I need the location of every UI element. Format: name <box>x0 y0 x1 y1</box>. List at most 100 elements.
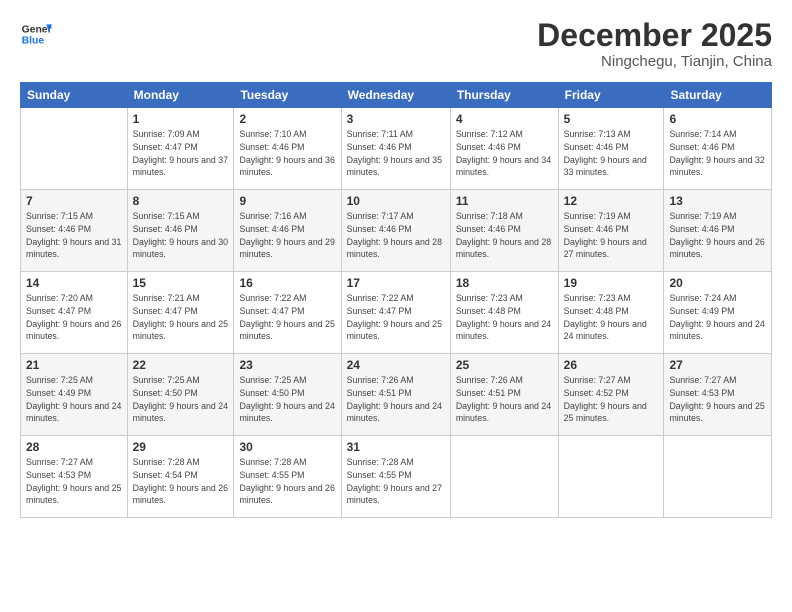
calendar-cell: 21 Sunrise: 7:25 AM Sunset: 4:49 PM Dayli… <box>21 354 128 436</box>
day-number: 26 <box>564 358 659 372</box>
day-number: 19 <box>564 276 659 290</box>
day-number: 8 <box>133 194 229 208</box>
calendar-cell: 25Sunrise: 7:26 AM Sunset: 4:51 PM Dayli… <box>450 354 558 436</box>
day-number: 17 <box>347 276 445 290</box>
calendar-cell: 5 Sunrise: 7:13 AM Sunset: 4:46 PM Daylig… <box>558 108 664 190</box>
day-info: Sunrise: 7:16 AM Sunset: 4:46 PM Dayligh… <box>239 210 335 261</box>
title-block: December 2025 Ningchegu, Tianjin, China <box>537 18 772 70</box>
day-number: 24 <box>347 358 445 372</box>
day-number: 6 <box>669 112 766 126</box>
generalblue-logo-icon: General Blue <box>20 18 52 50</box>
calendar-week-3: 21 Sunrise: 7:25 AM Sunset: 4:49 PM Dayli… <box>21 354 772 436</box>
day-info: Sunrise: 7:21 AM Sunset: 4:47 PM Dayligh… <box>133 292 229 343</box>
day-info: Sunrise: 7:22 AM Sunset: 4:47 PM Dayligh… <box>347 292 445 343</box>
day-number: 11 <box>456 194 553 208</box>
day-info: Sunrise: 7:17 AM Sunset: 4:46 PM Dayligh… <box>347 210 445 261</box>
calendar-cell: 10 Sunrise: 7:17 AM Sunset: 4:46 PM Dayli… <box>341 190 450 272</box>
day-info: Sunrise: 7:15 AM Sunset: 4:46 PM Dayligh… <box>26 210 122 261</box>
day-number: 25 <box>456 358 553 372</box>
day-number: 3 <box>347 112 445 126</box>
day-info: Sunrise: 7:28 AM Sunset: 4:54 PM Dayligh… <box>133 456 229 507</box>
logo: General Blue <box>20 18 52 50</box>
header-sunday: Sunday <box>21 83 128 108</box>
day-number: 2 <box>239 112 335 126</box>
day-number: 7 <box>26 194 122 208</box>
calendar-cell: 19 Sunrise: 7:23 AM Sunset: 4:48 PM Dayli… <box>558 272 664 354</box>
day-number: 9 <box>239 194 335 208</box>
day-info: Sunrise: 7:25 AM Sunset: 4:50 PM Dayligh… <box>133 374 229 425</box>
day-info: Sunrise: 7:19 AM Sunset: 4:46 PM Dayligh… <box>669 210 766 261</box>
day-number: 28 <box>26 440 122 454</box>
calendar-table: Sunday Monday Tuesday Wednesday Thursday… <box>20 82 772 518</box>
day-info: Sunrise: 7:23 AM Sunset: 4:48 PM Dayligh… <box>564 292 659 343</box>
day-info: Sunrise: 7:28 AM Sunset: 4:55 PM Dayligh… <box>239 456 335 507</box>
day-number: 15 <box>133 276 229 290</box>
calendar-page: General Blue December 2025 Ningchegu, Ti… <box>0 0 792 612</box>
calendar-cell: 26Sunrise: 7:27 AM Sunset: 4:52 PM Dayli… <box>558 354 664 436</box>
header-wednesday: Wednesday <box>341 83 450 108</box>
day-number: 21 <box>26 358 122 372</box>
calendar-cell: 18 Sunrise: 7:23 AM Sunset: 4:48 PM Dayli… <box>450 272 558 354</box>
day-number: 18 <box>456 276 553 290</box>
header-monday: Monday <box>127 83 234 108</box>
day-number: 13 <box>669 194 766 208</box>
calendar-cell: 16 Sunrise: 7:22 AM Sunset: 4:47 PM Dayli… <box>234 272 341 354</box>
svg-text:Blue: Blue <box>22 36 45 47</box>
calendar-cell: 22Sunrise: 7:25 AM Sunset: 4:50 PM Dayli… <box>127 354 234 436</box>
day-info: Sunrise: 7:12 AM Sunset: 4:46 PM Dayligh… <box>456 128 553 179</box>
day-info: Sunrise: 7:26 AM Sunset: 4:51 PM Dayligh… <box>347 374 445 425</box>
day-info: Sunrise: 7:14 AM Sunset: 4:46 PM Dayligh… <box>669 128 766 179</box>
calendar-cell: 2 Sunrise: 7:10 AM Sunset: 4:46 PM Daylig… <box>234 108 341 190</box>
calendar-cell: 12 Sunrise: 7:19 AM Sunset: 4:46 PM Dayli… <box>558 190 664 272</box>
day-info: Sunrise: 7:25 AM Sunset: 4:49 PM Dayligh… <box>26 374 122 425</box>
calendar-cell: 4 Sunrise: 7:12 AM Sunset: 4:46 PM Daylig… <box>450 108 558 190</box>
day-info: Sunrise: 7:10 AM Sunset: 4:46 PM Dayligh… <box>239 128 335 179</box>
calendar-cell <box>558 436 664 518</box>
day-number: 23 <box>239 358 335 372</box>
calendar-cell: 29 Sunrise: 7:28 AM Sunset: 4:54 PM Dayli… <box>127 436 234 518</box>
calendar-cell <box>664 436 772 518</box>
calendar-cell: 3Sunrise: 7:11 AM Sunset: 4:46 PM Daylig… <box>341 108 450 190</box>
day-info: Sunrise: 7:09 AM Sunset: 4:47 PM Dayligh… <box>133 128 229 179</box>
day-info: Sunrise: 7:20 AM Sunset: 4:47 PM Dayligh… <box>26 292 122 343</box>
calendar-cell: 11 Sunrise: 7:18 AM Sunset: 4:46 PM Dayli… <box>450 190 558 272</box>
calendar-cell: 27 Sunrise: 7:27 AM Sunset: 4:53 PM Dayli… <box>664 354 772 436</box>
calendar-cell: 14 Sunrise: 7:20 AM Sunset: 4:47 PM Dayli… <box>21 272 128 354</box>
weekday-header-row: Sunday Monday Tuesday Wednesday Thursday… <box>21 83 772 108</box>
header-thursday: Thursday <box>450 83 558 108</box>
calendar-cell: 6 Sunrise: 7:14 AM Sunset: 4:46 PM Daylig… <box>664 108 772 190</box>
header-saturday: Saturday <box>664 83 772 108</box>
day-info: Sunrise: 7:27 AM Sunset: 4:53 PM Dayligh… <box>669 374 766 425</box>
calendar-cell: 9 Sunrise: 7:16 AM Sunset: 4:46 PM Daylig… <box>234 190 341 272</box>
calendar-cell: 23 Sunrise: 7:25 AM Sunset: 4:50 PM Dayli… <box>234 354 341 436</box>
day-number: 27 <box>669 358 766 372</box>
calendar-cell: 7 Sunrise: 7:15 AM Sunset: 4:46 PM Daylig… <box>21 190 128 272</box>
calendar-week-4: 28 Sunrise: 7:27 AM Sunset: 4:53 PM Dayli… <box>21 436 772 518</box>
day-number: 29 <box>133 440 229 454</box>
day-info: Sunrise: 7:25 AM Sunset: 4:50 PM Dayligh… <box>239 374 335 425</box>
day-info: Sunrise: 7:28 AM Sunset: 4:55 PM Dayligh… <box>347 456 445 507</box>
calendar-week-1: 7 Sunrise: 7:15 AM Sunset: 4:46 PM Daylig… <box>21 190 772 272</box>
header-friday: Friday <box>558 83 664 108</box>
day-info: Sunrise: 7:23 AM Sunset: 4:48 PM Dayligh… <box>456 292 553 343</box>
day-number: 4 <box>456 112 553 126</box>
calendar-cell: 20Sunrise: 7:24 AM Sunset: 4:49 PM Dayli… <box>664 272 772 354</box>
day-info: Sunrise: 7:13 AM Sunset: 4:46 PM Dayligh… <box>564 128 659 179</box>
day-info: Sunrise: 7:22 AM Sunset: 4:47 PM Dayligh… <box>239 292 335 343</box>
day-number: 5 <box>564 112 659 126</box>
day-info: Sunrise: 7:24 AM Sunset: 4:49 PM Dayligh… <box>669 292 766 343</box>
calendar-cell: 28 Sunrise: 7:27 AM Sunset: 4:53 PM Dayli… <box>21 436 128 518</box>
day-number: 30 <box>239 440 335 454</box>
calendar-cell: 31 Sunrise: 7:28 AM Sunset: 4:55 PM Dayli… <box>341 436 450 518</box>
calendar-week-2: 14 Sunrise: 7:20 AM Sunset: 4:47 PM Dayli… <box>21 272 772 354</box>
calendar-cell: 15 Sunrise: 7:21 AM Sunset: 4:47 PM Dayli… <box>127 272 234 354</box>
day-number: 1 <box>133 112 229 126</box>
day-number: 14 <box>26 276 122 290</box>
day-number: 16 <box>239 276 335 290</box>
day-number: 12 <box>564 194 659 208</box>
day-number: 31 <box>347 440 445 454</box>
day-number: 10 <box>347 194 445 208</box>
day-info: Sunrise: 7:19 AM Sunset: 4:46 PM Dayligh… <box>564 210 659 261</box>
day-info: Sunrise: 7:18 AM Sunset: 4:46 PM Dayligh… <box>456 210 553 261</box>
day-info: Sunrise: 7:27 AM Sunset: 4:53 PM Dayligh… <box>26 456 122 507</box>
